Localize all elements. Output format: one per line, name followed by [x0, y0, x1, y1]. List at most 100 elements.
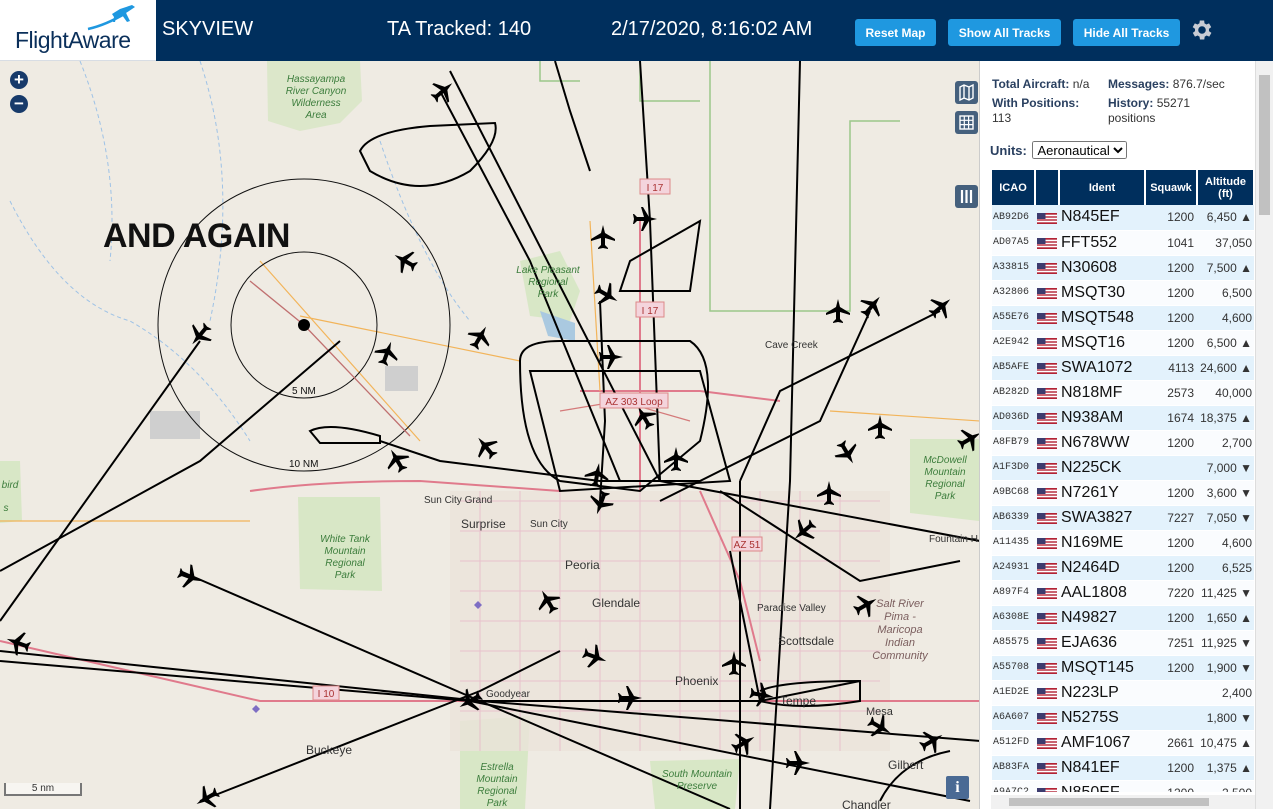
row-icao: A512FD — [992, 730, 1035, 756]
row-flag — [1035, 230, 1059, 256]
us-flag-icon — [1037, 562, 1057, 574]
col-icao[interactable]: ICAO — [992, 170, 1036, 205]
svg-text:Estrella: Estrella — [480, 762, 514, 773]
table-row[interactable]: AD07A5 FFT552 1041 37,050 — [992, 230, 1254, 256]
row-squawk: 7220 — [1145, 580, 1197, 606]
col-flag[interactable] — [1035, 170, 1060, 205]
table-row[interactable]: AB83FA N841EF 1200 1,375 ▲ — [992, 755, 1254, 781]
col-altitude[interactable]: Altitude (ft) — [1197, 170, 1254, 205]
table-horizontal-scrollbar[interactable] — [991, 795, 1255, 809]
table-row[interactable]: A2E942 MSQT16 1200 6,500 ▲ — [992, 330, 1254, 356]
svg-text:Mesa: Mesa — [866, 706, 894, 718]
show-all-tracks-button[interactable]: Show All Tracks — [948, 19, 1061, 46]
svg-text:Area: Area — [304, 110, 327, 121]
svg-text:McDowell: McDowell — [923, 455, 967, 466]
row-squawk: 1200 — [1145, 255, 1197, 281]
row-altitude: 24,600 ▲ — [1197, 355, 1254, 381]
info-button[interactable]: i — [946, 776, 969, 799]
grid-toggle-button[interactable] — [955, 111, 978, 134]
svg-text:White Tank: White Tank — [320, 534, 371, 545]
hscrollbar-thumb[interactable] — [1009, 798, 1209, 806]
table-row[interactable]: A1F3D0 N225CK 7,000 ▼ — [992, 455, 1254, 481]
altitude-trend-icon: ▲ — [1240, 760, 1252, 775]
altitude-trend-icon: ▲ — [1240, 210, 1252, 225]
columns-toggle-button[interactable] — [955, 185, 978, 208]
table-row[interactable]: A9BC68 N7261Y 1200 3,600 ▼ — [992, 480, 1254, 506]
map-layers-button[interactable] — [955, 81, 978, 104]
svg-text:AZ 51: AZ 51 — [734, 540, 761, 551]
row-altitude: 6,450 ▲ — [1197, 205, 1254, 231]
table-row[interactable]: AB5AFE SWA1072 4113 24,600 ▲ — [992, 355, 1254, 381]
ring-label-10nm: 10 NM — [289, 459, 318, 470]
table-row[interactable]: A24931 N2464D 1200 6,525 — [992, 555, 1254, 581]
total-aircraft-stat: Total Aircraft: n/a — [992, 77, 1090, 91]
zoom-in-button[interactable]: + — [10, 71, 28, 89]
table-row[interactable]: A1ED2E N223LP 2,400 — [992, 680, 1254, 706]
table-row[interactable]: A55708 MSQT145 1200 1,900 ▼ — [992, 655, 1254, 681]
us-flag-icon — [1037, 237, 1057, 249]
hide-all-tracks-button[interactable]: Hide All Tracks — [1073, 19, 1180, 46]
row-icao: A9A7C2 — [992, 780, 1035, 792]
row-altitude: 6,525 — [1197, 555, 1254, 581]
svg-text:Goodyear: Goodyear — [486, 689, 531, 700]
table-row[interactable]: AD036D N938AM 1674 18,375 ▲ — [992, 405, 1254, 431]
row-ident: N223LP — [1059, 680, 1145, 706]
row-ident: AAL1808 — [1059, 580, 1145, 606]
row-flag — [1035, 330, 1059, 356]
map-canvas[interactable]: 5 NM 10 NM AND AGAIN Hassayampa River Ca… — [0, 61, 979, 809]
table-row[interactable]: A55E76 MSQT548 1200 4,600 — [992, 305, 1254, 331]
table-row[interactable]: AB92D6 N845EF 1200 6,450 ▲ — [992, 205, 1254, 231]
row-squawk: 1200 — [1145, 755, 1197, 781]
units-select[interactable]: Aeronautical — [1032, 141, 1128, 159]
table-row[interactable]: A6308E N49827 1200 1,650 ▲ — [992, 605, 1254, 631]
row-ident: N225CK — [1059, 455, 1145, 481]
table-row[interactable]: A6A607 N5275S 1,800 ▼ — [992, 705, 1254, 731]
col-squawk[interactable]: Squawk — [1145, 170, 1198, 205]
svg-text:Park: Park — [487, 798, 509, 809]
map-icon — [959, 83, 974, 102]
row-icao: A1F3D0 — [992, 455, 1035, 481]
flightaware-logo[interactable]: FlightAware — [0, 0, 156, 61]
table-row[interactable]: A8FB79 N678WW 1200 2,700 — [992, 430, 1254, 456]
table-row[interactable]: A11435 N169ME 1200 4,600 — [992, 530, 1254, 556]
sidebar-scrollbar[interactable] — [1255, 61, 1273, 809]
row-altitude: 7,050 ▼ — [1197, 505, 1254, 531]
map-view[interactable]: 5 NM 10 NM AND AGAIN Hassayampa River Ca… — [0, 61, 979, 809]
row-squawk: 1200 — [1145, 280, 1197, 306]
row-squawk: 1041 — [1145, 230, 1197, 256]
reset-map-button[interactable]: Reset Map — [855, 19, 936, 46]
table-row[interactable]: AB6339 SWA3827 7227 7,050 ▼ — [992, 505, 1254, 531]
svg-text:South Mountain: South Mountain — [662, 769, 732, 780]
us-flag-icon — [1037, 487, 1057, 499]
row-squawk: 1200 — [1145, 330, 1197, 356]
app-title: SKYVIEW — [162, 18, 254, 40]
scrollbar-thumb[interactable] — [1259, 75, 1270, 215]
table-row[interactable]: A897F4 AAL1808 7220 11,425 ▼ — [992, 580, 1254, 606]
zoom-out-button[interactable]: − — [10, 95, 28, 113]
table-row[interactable]: A9A7C2 N850EF12002,500 — [992, 780, 1254, 792]
row-ident: N169ME — [1059, 530, 1145, 556]
col-ident[interactable]: Ident — [1059, 170, 1146, 205]
row-ident: N938AM — [1059, 405, 1145, 431]
altitude-trend-icon: ▲ — [1240, 610, 1252, 625]
row-icao: A1ED2E — [992, 680, 1035, 706]
row-icao: A55E76 — [992, 305, 1035, 331]
table-row[interactable]: A512FD AMF1067 2661 10,475 ▲ — [992, 730, 1254, 756]
row-icao: AB83FA — [992, 755, 1035, 781]
columns-icon — [960, 190, 973, 203]
table-row[interactable]: A85575 EJA636 7251 11,925 ▼ — [992, 630, 1254, 656]
row-icao: AD036D — [992, 405, 1035, 431]
row-flag — [1035, 430, 1059, 456]
row-altitude: 2,500 — [1197, 780, 1254, 792]
gear-icon[interactable] — [1189, 17, 1215, 43]
svg-text:AZ 303 Loop: AZ 303 Loop — [605, 397, 663, 408]
table-row[interactable]: A32806 MSQT30 1200 6,500 — [992, 280, 1254, 306]
table-row[interactable]: AB282D N818MF 2573 40,000 — [992, 380, 1254, 406]
svg-text:Paradise Valley: Paradise Valley — [757, 603, 826, 614]
svg-text:Hassayampa: Hassayampa — [287, 74, 346, 85]
altitude-trend-icon: ▼ — [1240, 510, 1252, 525]
table-row[interactable]: A33815 N30608 1200 7,500 ▲ — [992, 255, 1254, 281]
row-altitude: 11,925 ▼ — [1197, 630, 1254, 656]
aircraft-table: ICAO Ident Squawk Altitude (ft) AB92D6 N8… — [992, 170, 1254, 792]
row-icao: A6A607 — [992, 705, 1035, 731]
